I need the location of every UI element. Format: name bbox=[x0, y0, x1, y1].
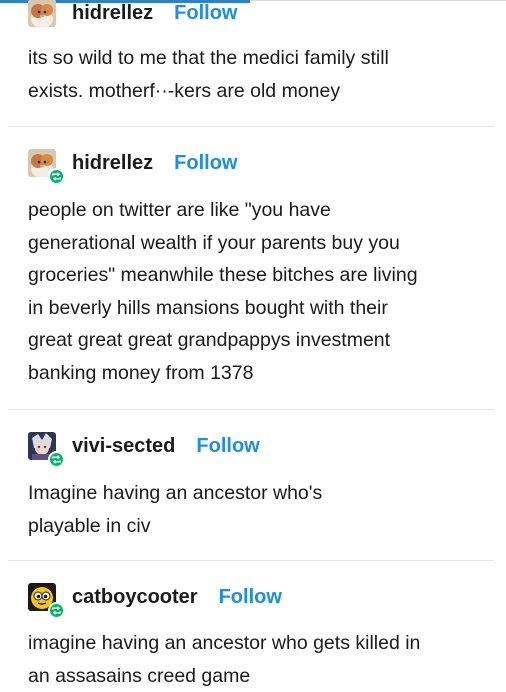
follow-button[interactable]: Follow bbox=[174, 152, 237, 175]
post-divider bbox=[8, 409, 494, 410]
post-header: hidrellez Follow bbox=[28, 0, 237, 27]
avatar[interactable] bbox=[28, 149, 65, 185]
username[interactable]: vivi-sected bbox=[72, 435, 175, 458]
follow-button[interactable]: Follow bbox=[174, 2, 237, 25]
post-text: people on twitter are like "you have gen… bbox=[28, 199, 418, 384]
post-text: its so wild to me that the medici family… bbox=[28, 47, 389, 102]
reblog-icon bbox=[48, 168, 65, 185]
post-divider bbox=[8, 560, 494, 561]
username[interactable]: catboycooter bbox=[72, 586, 198, 609]
avatar[interactable] bbox=[28, 432, 65, 468]
top-border-line bbox=[250, 0, 506, 1]
post-text: Imagine having an ancestor who's playabl… bbox=[28, 482, 323, 537]
cat-avatar-icon bbox=[28, 0, 56, 27]
post-divider bbox=[8, 126, 494, 127]
username[interactable]: hidrellez bbox=[72, 152, 153, 175]
username[interactable]: hidrellez bbox=[72, 2, 153, 25]
post-text: imagine having an ancestor who gets kill… bbox=[28, 632, 421, 687]
avatar[interactable] bbox=[28, 583, 65, 619]
follow-button[interactable]: Follow bbox=[219, 586, 282, 609]
post-header: vivi-sected Follow bbox=[28, 432, 260, 468]
reblog-icon bbox=[48, 451, 65, 468]
post-header: catboycooter Follow bbox=[28, 583, 282, 619]
post-header: hidrellez Follow bbox=[28, 149, 237, 185]
reblog-icon bbox=[48, 602, 65, 619]
follow-button[interactable]: Follow bbox=[196, 435, 259, 458]
avatar[interactable] bbox=[28, 0, 56, 27]
